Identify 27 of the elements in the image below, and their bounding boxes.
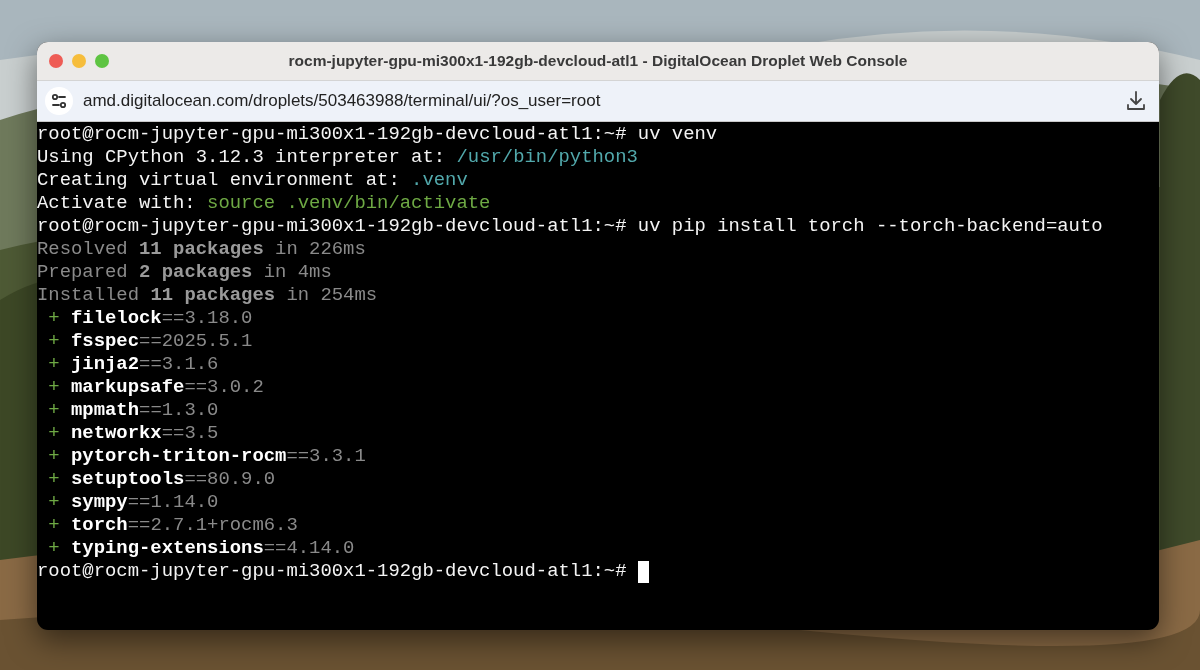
terminal-line: Creating virtual environment at: .venv	[37, 169, 468, 192]
site-settings-icon[interactable]	[45, 87, 73, 115]
terminal-line: + fsspec==2025.5.1	[47, 330, 253, 353]
url-text[interactable]: amd.digitalocean.com/droplets/503463988/terminal/ui/?os_user=root	[83, 91, 1115, 111]
terminal-line: Resolved 11 packages in 226ms	[37, 238, 366, 261]
terminal-line: Using CPython 3.12.3 interpreter at: /usr/bin/python3	[37, 146, 638, 169]
terminal-line: + jinja2==3.1.6	[47, 353, 219, 376]
terminal-line: Prepared 2 packages in 4ms	[37, 261, 332, 284]
terminal-line: + mpmath==1.3.0	[47, 399, 219, 422]
terminal-line: + networkx==3.5	[47, 422, 219, 445]
terminal-line: + torch==2.7.1+rocm6.3	[47, 514, 298, 537]
terminal-line: root@rocm-jupyter-gpu-mi300x1-192gb-devcloud-atl1:~#	[37, 560, 649, 583]
terminal-line: + typing-extensions==4.14.0	[47, 537, 355, 560]
terminal-line: root@rocm-jupyter-gpu-mi300x1-192gb-devcloud-atl1:~# uv venv	[37, 123, 718, 146]
close-button[interactable]	[49, 54, 63, 68]
window-title: rocm-jupyter-gpu-mi300x1-192gb-devcloud-atl1 - DigitalOcean Droplet Web Console	[288, 52, 908, 70]
terminal-line: + filelock==3.18.0	[47, 307, 253, 330]
terminal-line: Installed 11 packages in 254ms	[37, 284, 378, 307]
download-icon[interactable]	[1125, 90, 1147, 112]
terminal-line: + pytorch-triton-rocm==3.3.1	[47, 445, 366, 468]
terminal-line: + markupsafe==3.0.2	[47, 376, 264, 399]
terminal-line: + setuptools==80.9.0	[47, 468, 276, 491]
terminal-line: root@rocm-jupyter-gpu-mi300x1-192gb-devcloud-atl1:~# uv pip install torch --torch-backend=auto	[37, 215, 1103, 238]
terminal-line: Activate with: source .venv/bin/activate	[37, 192, 491, 215]
minimize-button[interactable]	[72, 54, 86, 68]
terminal-line: + sympy==1.14.0	[47, 491, 219, 514]
zoom-button[interactable]	[95, 54, 109, 68]
